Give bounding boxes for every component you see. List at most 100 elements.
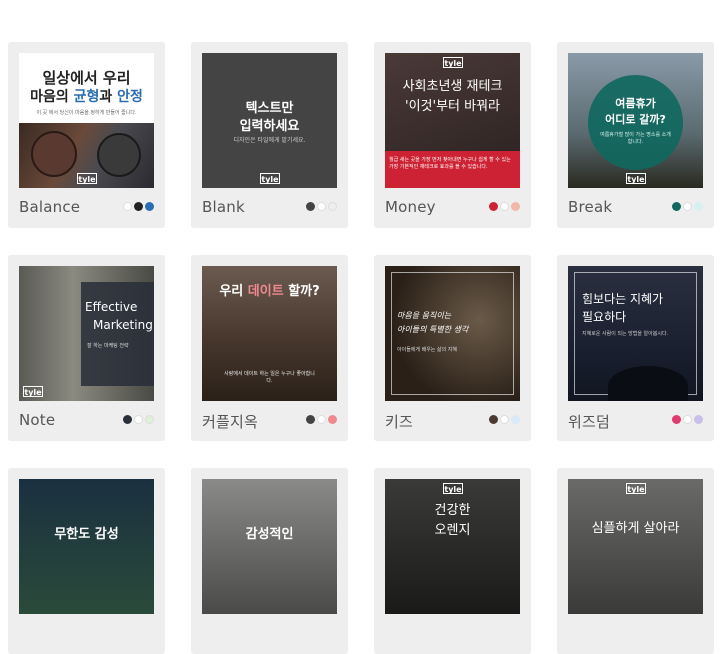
- color-dot[interactable]: [694, 202, 703, 211]
- tyle-logo: tyle: [626, 483, 646, 494]
- bowl-shape: [31, 131, 77, 177]
- color-dot[interactable]: [328, 202, 337, 211]
- color-dot[interactable]: [672, 202, 681, 211]
- template-card-partial-3[interactable]: tyle 건강한 오렌지: [374, 468, 531, 654]
- thumb-title-line2: 필요하다: [582, 310, 627, 324]
- thumb-red-band: 월급 새는 곳을 가장 먼저 찾아내면 누구나 쉽게 할 수 있는 가장 기본적…: [385, 151, 520, 188]
- color-dot[interactable]: [306, 202, 315, 211]
- color-dot[interactable]: [145, 202, 154, 211]
- color-dot[interactable]: [123, 415, 132, 424]
- color-dot[interactable]: [489, 202, 498, 211]
- card-name: 위즈덤: [568, 413, 611, 431]
- color-dot[interactable]: [328, 415, 337, 424]
- thumb-subtitle: 디자인은 타일에게 맡기세요.: [233, 137, 306, 144]
- color-dot[interactable]: [500, 415, 509, 424]
- color-dot[interactable]: [145, 415, 154, 424]
- color-dot[interactable]: [672, 415, 681, 424]
- thumb-title: 텍스트만: [245, 101, 294, 116]
- thumb-title: 심플하게 살아라: [591, 521, 680, 536]
- template-card-money[interactable]: tyle 사회초년생 재테크 '이것'부터 바꿔라 월급 새는 곳을 가장 먼저…: [374, 42, 531, 228]
- template-card-balance[interactable]: 일상에서 우리 마음의 균형과 안정 이 곳 에서 당신이 마음을 정하게 만들…: [8, 42, 165, 228]
- thumb-title-part: 우리: [219, 284, 244, 299]
- thumb-title-part: 과: [99, 89, 113, 105]
- template-card-wisdom[interactable]: 힘보다는 지혜가 필요하다 지혜로운 사람이 되는 방법을 알아봅시다. 위즈덤: [557, 255, 714, 441]
- color-options: [489, 202, 520, 211]
- color-dot[interactable]: [306, 415, 315, 424]
- color-dot[interactable]: [317, 415, 326, 424]
- thumbnail-wisdom: 힘보다는 지혜가 필요하다 지혜로운 사람이 되는 방법을 알아봅시다.: [568, 266, 703, 401]
- thumb-title-part: 마음의: [30, 89, 69, 105]
- thumb-title-line2: 아이들의 특별한 생각: [397, 325, 469, 334]
- template-card-note[interactable]: Effective Marketing 잘 하는 마케팅 전략 tyle Not…: [8, 255, 165, 441]
- tyle-logo: tyle: [77, 173, 97, 184]
- thumb-subtitle: 여름휴가철 많이 가는 명소를 소개합니다.: [600, 132, 671, 145]
- bowl-shape: [97, 133, 141, 177]
- color-options: [672, 202, 703, 211]
- template-card-kids[interactable]: 마음을 움직이는 아이들의 특별한 생각 아이들에게 배우는 삶의 지혜 키즈: [374, 255, 531, 441]
- thumb-title: 사회초년생 재테크: [402, 79, 503, 94]
- color-dot[interactable]: [683, 202, 692, 211]
- thumb-title: 힘보다는 지혜가: [582, 292, 664, 306]
- color-dot[interactable]: [317, 202, 326, 211]
- color-options: [672, 415, 703, 424]
- color-dot[interactable]: [134, 202, 143, 211]
- thumbnail-note: Effective Marketing 잘 하는 마케팅 전략 tyle: [19, 266, 154, 401]
- color-options: [123, 415, 154, 424]
- color-dot[interactable]: [694, 415, 703, 424]
- color-options: [306, 202, 337, 211]
- template-card-blank[interactable]: 텍스트만 입력하세요 디자인은 타일에게 맡기세요. tyle Blank: [191, 42, 348, 228]
- thumb-title-part: 할까?: [288, 284, 320, 299]
- thumbnail-partial-1: 무한도 감성: [19, 479, 154, 614]
- thumb-title: Effective: [85, 300, 138, 314]
- thumb-title-highlight: 안정: [117, 89, 143, 105]
- color-options: [123, 202, 154, 211]
- thumb-subtitle: 아이들에게 배우는 삶의 지혜: [397, 347, 457, 353]
- card-name: Blank: [202, 198, 245, 216]
- template-card-couple[interactable]: 우리 데이트 할까? 사랑에서 데이트 하는 일은 누구나 좋아합니다. 커플지…: [191, 255, 348, 441]
- thumb-subtitle: 월급 새는 곳을 가장 먼저 찾아내면 누구나 쉽게 할 수 있는 가장 기본적…: [389, 157, 511, 170]
- color-dot[interactable]: [123, 202, 132, 211]
- thumbnail-partial-2: 감성적인: [202, 479, 337, 614]
- thumb-rock: [608, 366, 688, 401]
- thumbnail-kids: 마음을 움직이는 아이들의 특별한 생각 아이들에게 배우는 삶의 지혜: [385, 266, 520, 401]
- thumbnail-partial-3: tyle 건강한 오렌지: [385, 479, 520, 614]
- color-dot[interactable]: [134, 415, 143, 424]
- thumb-title-line2: '이것'부터 바꿔라: [405, 99, 500, 114]
- thumb-title-highlight: 균형: [73, 89, 100, 105]
- color-options: [306, 415, 337, 424]
- tyle-logo: tyle: [443, 483, 463, 494]
- card-name: Money: [385, 198, 436, 216]
- color-dot[interactable]: [683, 415, 692, 424]
- tyle-logo: tyle: [443, 57, 463, 68]
- thumbnail-balance: 일상에서 우리 마음의 균형과 안정 이 곳 에서 당신이 마음을 정하게 만들…: [19, 53, 154, 188]
- card-name: 커플지옥: [202, 413, 259, 431]
- color-dot[interactable]: [511, 202, 520, 211]
- thumb-title: 건강한: [434, 503, 471, 518]
- thumb-title: 감성적인: [245, 527, 294, 542]
- color-dot[interactable]: [500, 202, 509, 211]
- thumb-title-line2: 오렌지: [434, 523, 471, 538]
- thumb-title: 우리 데이트 할까?: [202, 280, 337, 299]
- thumb-title: 무한도 감성: [54, 527, 119, 542]
- thumb-title-line2: 어디로 갈까?: [605, 113, 666, 126]
- thumb-title-highlight: 데이트: [247, 284, 284, 299]
- template-card-break[interactable]: 여름휴가 어디로 갈까? 여름휴가철 많이 가는 명소를 소개합니다. tyle…: [557, 42, 714, 228]
- template-card-partial-2[interactable]: 감성적인: [191, 468, 348, 654]
- thumb-subtitle: 잘 하는 마케팅 전략: [87, 343, 129, 349]
- color-dot[interactable]: [511, 415, 520, 424]
- template-card-partial-1[interactable]: 무한도 감성: [8, 468, 165, 654]
- card-name: Break: [568, 198, 613, 216]
- card-name: Balance: [19, 198, 81, 216]
- tyle-logo: tyle: [23, 386, 43, 397]
- thumb-subtitle: 사랑에서 데이트 하는 일은 누구나 좋아합니다.: [224, 371, 315, 384]
- thumbnail-blank: 텍스트만 입력하세요 디자인은 타일에게 맡기세요. tyle: [202, 53, 337, 188]
- tyle-logo: tyle: [626, 173, 646, 184]
- template-card-partial-4[interactable]: tyle 심플하게 살아라: [557, 468, 714, 654]
- thumbnail-partial-4: tyle 심플하게 살아라: [568, 479, 703, 614]
- thumb-subtitle: 지혜로운 사람이 되는 방법을 알아봅시다.: [582, 331, 669, 337]
- thumb-title-line2: 마음의 균형과 안정: [19, 86, 154, 106]
- thumb-title-line2: Marketing: [93, 318, 153, 332]
- color-dot[interactable]: [489, 415, 498, 424]
- thumbnail-couple: 우리 데이트 할까? 사랑에서 데이트 하는 일은 누구나 좋아합니다.: [202, 266, 337, 401]
- tyle-logo: tyle: [260, 173, 280, 184]
